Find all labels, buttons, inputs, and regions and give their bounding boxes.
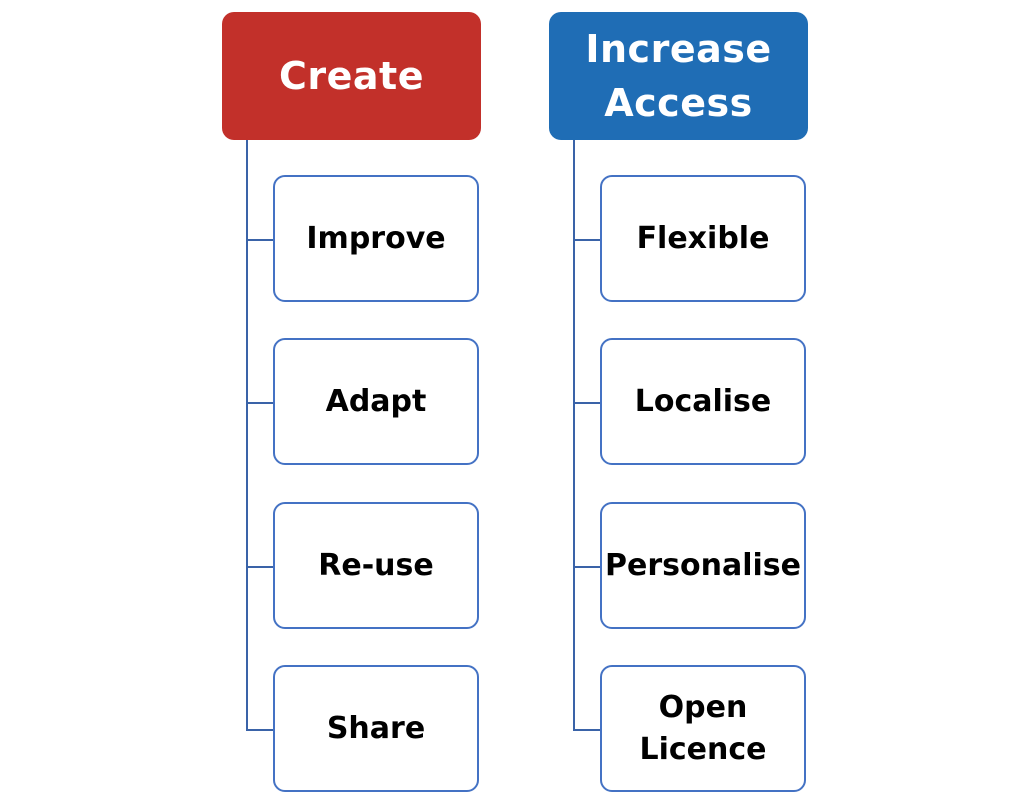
child-label: Personalise xyxy=(605,547,801,583)
child-label: Localise xyxy=(634,383,772,419)
create-connector-trunk xyxy=(246,140,248,731)
create-connector-branch xyxy=(246,239,273,241)
create-heading: Create xyxy=(222,12,481,140)
child-label: Adapt xyxy=(325,383,427,419)
child-improve: Improve xyxy=(273,175,479,302)
increase-access-heading-label: Increase Access xyxy=(585,27,772,125)
child-localise: Localise xyxy=(600,338,806,465)
create-connector-branch xyxy=(246,566,273,568)
access-connector-branch xyxy=(573,729,600,731)
create-connector-branch xyxy=(246,729,273,731)
access-connector-branch xyxy=(573,402,600,404)
access-connector-branch xyxy=(573,566,600,568)
increase-access-heading: Increase Access xyxy=(549,12,808,140)
child-label: Re-use xyxy=(318,547,434,583)
child-re-use: Re-use xyxy=(273,502,479,629)
child-label: Improve xyxy=(306,220,446,256)
child-label: Flexible xyxy=(636,220,770,256)
child-label: Open Licence xyxy=(639,689,767,767)
access-connector-trunk xyxy=(573,140,575,731)
child-adapt: Adapt xyxy=(273,338,479,465)
child-flexible: Flexible xyxy=(600,175,806,302)
create-connector-branch xyxy=(246,402,273,404)
create-heading-label: Create xyxy=(279,54,424,98)
child-open-licence: Open Licence xyxy=(600,665,806,792)
child-personalise: Personalise xyxy=(600,502,806,629)
child-share: Share xyxy=(273,665,479,792)
access-connector-branch xyxy=(573,239,600,241)
child-label: Share xyxy=(326,710,426,746)
